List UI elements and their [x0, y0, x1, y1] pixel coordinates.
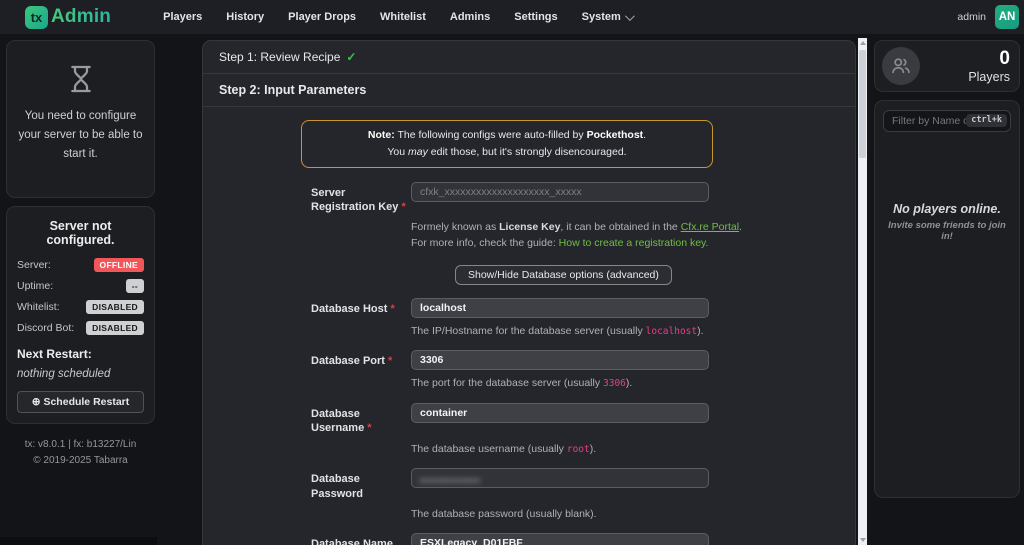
plus-circle-icon: ⊕	[32, 396, 41, 408]
next-restart-value: nothing scheduled	[17, 368, 144, 380]
player-count-label: Players	[968, 70, 1010, 84]
field-db-port: Database Port *	[311, 350, 855, 370]
registration-key-input[interactable]	[411, 182, 709, 202]
scrollbar-up-arrow-icon[interactable]	[860, 41, 866, 45]
db-password-input[interactable]: •••••••••••••	[411, 468, 709, 488]
step2-header: Step 2: Input Parameters	[203, 74, 855, 107]
configure-notice-text: You need to configure your server to be …	[17, 107, 144, 164]
next-restart-label: Next Restart:	[17, 347, 144, 361]
filter-shortcut-kbd: ctrl+k	[966, 114, 1007, 127]
field-db-name: Database Name	[311, 533, 855, 545]
empty-player-list: No players online. Invite some friends t…	[883, 202, 1011, 242]
deployer-panel: Step 1: Review Recipe ✓ Step 2: Input Pa…	[202, 40, 856, 545]
status-row-discord: Discord Bot: DISABLED	[17, 321, 144, 335]
db-password-hidden-value: •••••••••••••	[420, 475, 481, 487]
version-line: tx: v8.0.1 | fx: b13227/Lin	[6, 437, 155, 453]
hourglass-icon	[65, 63, 97, 95]
right-sidebar: 0 Players ctrl+k No players online. Invi…	[874, 40, 1020, 498]
server-status-title: Server not configured.	[17, 219, 144, 247]
players-icon	[882, 47, 920, 85]
status-badge-whitelist: DISABLED	[86, 300, 144, 314]
main-nav: Players History Player Drops Whitelist A…	[163, 11, 632, 23]
field-db-host: Database Host *	[311, 298, 855, 318]
left-sidebar: You need to configure your server to be …	[6, 40, 155, 468]
top-navbar: tx Admin Players History Player Drops Wh…	[0, 0, 1024, 34]
txadmin-logo[interactable]: tx Admin	[25, 6, 111, 29]
invite-friends-text: Invite some friends to join in!	[883, 220, 1011, 242]
field-db-password: Database Password •••••••••••••	[311, 468, 855, 501]
db-host-input[interactable]	[411, 298, 709, 318]
required-asterisk: *	[390, 303, 394, 315]
player-count-value: 0	[968, 49, 1010, 68]
nav-settings[interactable]: Settings	[514, 11, 557, 23]
player-count-card: 0 Players	[874, 40, 1020, 92]
db-username-input[interactable]	[411, 403, 709, 423]
username-label: admin	[957, 11, 986, 23]
chevron-down-icon	[625, 11, 635, 21]
server-status-card: Server not configured. Server: OFFLINE U…	[6, 206, 155, 424]
player-list-card: ctrl+k No players online. Invite some fr…	[874, 100, 1020, 498]
toggle-database-options-button[interactable]: Show/Hide Database options (advanced)	[455, 265, 672, 285]
status-row-uptime: Uptime: --	[17, 279, 144, 293]
registration-key-guide-link[interactable]: How to create a registration key.	[559, 237, 709, 249]
browser-status-bar	[0, 537, 157, 545]
scrollbar-thumb[interactable]	[859, 50, 866, 158]
status-badge-uptime: --	[126, 279, 144, 293]
cfx-portal-link[interactable]: Cfx.re Portal	[681, 221, 739, 233]
nav-system-label: System	[582, 11, 621, 23]
avatar[interactable]: AN	[995, 5, 1019, 29]
copyright-line: © 2019-2025 Tabarra	[6, 453, 155, 469]
required-asterisk: *	[401, 201, 405, 213]
status-badge-offline: OFFLINE	[94, 258, 144, 272]
required-asterisk: *	[388, 355, 392, 367]
version-footer: tx: v8.0.1 | fx: b13227/Lin © 2019-2025 …	[6, 437, 155, 468]
db-port-input[interactable]	[411, 350, 709, 370]
required-asterisk: *	[367, 422, 371, 434]
status-badge-discord: DISABLED	[86, 321, 144, 335]
txadmin-logo-text: Admin	[51, 6, 111, 28]
nav-history[interactable]: History	[226, 11, 264, 23]
db-username-help: The database username (usually root).	[411, 441, 855, 458]
step1-title: Step 1: Review Recipe	[219, 50, 340, 64]
vertical-scrollbar[interactable]	[858, 38, 867, 545]
nav-players[interactable]: Players	[163, 11, 202, 23]
check-icon: ✓	[346, 50, 356, 64]
registration-key-help: Formely known as License Key, it can be …	[411, 219, 855, 252]
db-password-help: The database password (usually blank).	[411, 506, 855, 522]
status-row-server: Server: OFFLINE	[17, 258, 144, 272]
nav-whitelist[interactable]: Whitelist	[380, 11, 426, 23]
nav-player-drops[interactable]: Player Drops	[288, 11, 356, 23]
txadmin-logo-icon: tx	[25, 6, 48, 29]
autofill-note: Note: The following configs were auto-fi…	[301, 120, 713, 168]
no-players-text: No players online.	[883, 202, 1011, 216]
db-host-help: The IP/Hostname for the database server …	[411, 323, 855, 340]
field-db-username: Database Username *	[311, 403, 855, 436]
step1-header: Step 1: Review Recipe ✓	[203, 41, 855, 74]
schedule-restart-button[interactable]: ⊕ Schedule Restart	[17, 391, 144, 413]
status-row-whitelist: Whitelist: DISABLED	[17, 300, 144, 314]
db-port-help: The port for the database server (usuall…	[411, 375, 855, 392]
step2-title: Step 2: Input Parameters	[219, 83, 366, 97]
db-name-input[interactable]	[411, 533, 709, 545]
field-registration-key: Server Registration Key *	[311, 182, 855, 215]
configure-notice-card: You need to configure your server to be …	[6, 40, 155, 198]
nav-admins[interactable]: Admins	[450, 11, 490, 23]
scrollbar-down-arrow-icon[interactable]	[860, 538, 866, 542]
nav-system-menu[interactable]: System	[582, 11, 632, 23]
